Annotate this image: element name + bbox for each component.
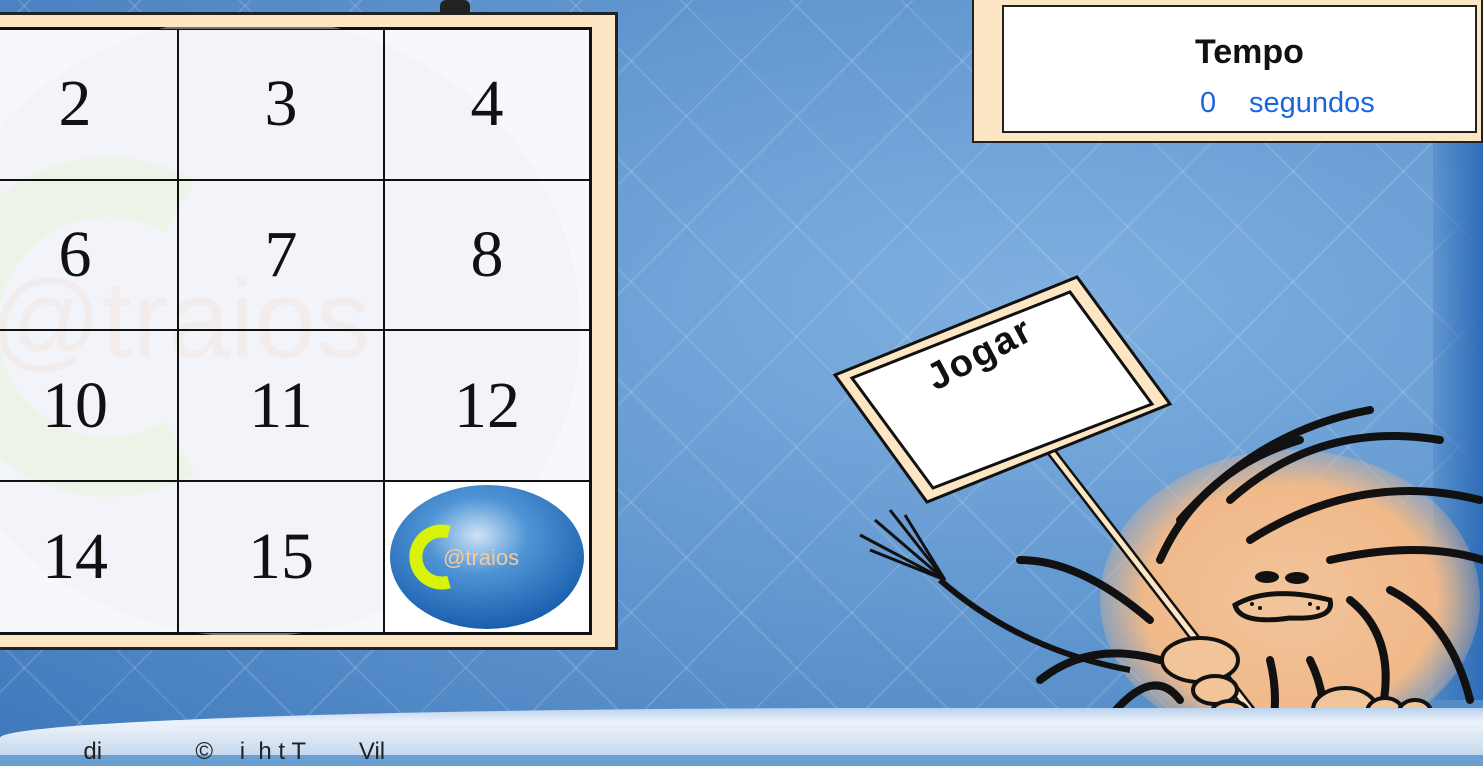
mascot-snout [1232,591,1333,623]
puzzle-tile[interactable]: 15 [178,481,384,633]
puzzle-tile[interactable]: 14 [0,481,178,633]
puzzle-tile[interactable]: 2 [0,29,178,180]
puzzle-tile[interactable]: 6 [0,179,178,331]
puzzle-tile[interactable]: 11 [178,330,384,481]
puzzle-tile[interactable]: 10 [0,330,178,481]
puzzle-tile[interactable]: 7 [178,179,384,331]
mascot-eye [1285,572,1309,584]
puzzle-tile[interactable]: 8 [384,179,590,331]
footer-copyright: di © i h t T Vil [50,738,386,765]
mascot-eye [1255,571,1279,583]
puzzle-tile[interactable]: 12 [384,330,590,481]
puzzle-grid: 2 3 4 6 7 8 10 11 12 14 15 @traios [0,27,592,635]
traios-logo-icon: @traios [390,485,584,629]
svg-text:@traios: @traios [443,545,519,570]
brush-icon [859,509,947,582]
puzzle-empty-tile[interactable]: @traios [384,481,590,633]
puzzle-tile[interactable]: 4 [384,29,590,180]
puzzle-tile[interactable]: 3 [178,29,384,180]
